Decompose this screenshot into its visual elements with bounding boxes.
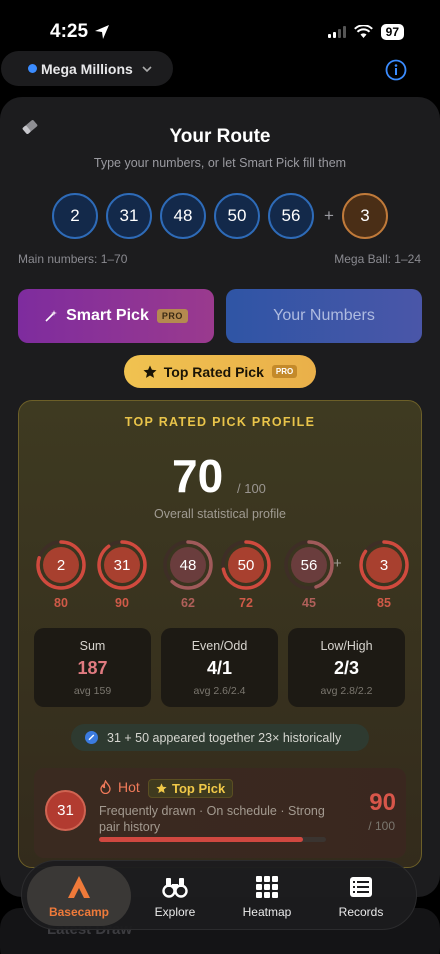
- star-icon: [143, 365, 157, 378]
- main-number-ball[interactable]: 31: [106, 193, 152, 239]
- main-number-ball[interactable]: 56: [268, 193, 314, 239]
- ring-number: 31: [113, 556, 131, 574]
- tab-bar: Basecamp Explore Heatmap Records: [21, 860, 417, 930]
- top-rated-pick-label: Top Rated Pick: [163, 363, 264, 380]
- wifi-icon: [353, 25, 373, 38]
- overall-score: 70: [172, 450, 224, 502]
- pair-history-text: 31 + 50 appeared together 23× historical…: [107, 730, 342, 745]
- ring-number: 3: [379, 556, 389, 574]
- top-pick-label: Top Pick: [172, 781, 226, 796]
- hot-score: 90: [369, 789, 396, 816]
- ring-score: 85: [377, 596, 391, 610]
- tab-label: Records: [338, 904, 384, 919]
- ring-score: 80: [54, 596, 68, 610]
- hot-label: Hot: [118, 779, 140, 795]
- hot-number-ball: 31: [45, 790, 86, 831]
- game-dot-icon: [28, 64, 37, 73]
- pro-badge: PRO: [156, 309, 188, 323]
- number-score-ring: 2 80: [34, 538, 88, 610]
- main-number-ball[interactable]: 50: [214, 193, 260, 239]
- game-selector-label: Mega Millions: [41, 60, 133, 77]
- ring-number: 2: [56, 556, 66, 574]
- location-arrow-icon: [95, 25, 110, 39]
- stat-value: 187: [77, 658, 108, 678]
- main-number-ball[interactable]: 48: [160, 193, 206, 239]
- number-score-ring: 31 90: [95, 538, 149, 610]
- tab-explore[interactable]: Explore: [142, 861, 208, 931]
- status-indicators: 97: [327, 24, 404, 40]
- ring-number: 48: [179, 556, 197, 574]
- mega-range-label: Mega Ball: 1–24: [334, 252, 421, 266]
- stat-value: 4/1: [206, 658, 233, 678]
- chevron-down-icon: [142, 65, 152, 72]
- ring-score: 90: [115, 596, 129, 610]
- stat-value: 2/3: [333, 658, 360, 678]
- smart-pick-label: Smart Pick: [66, 307, 149, 324]
- route-title: Your Route: [169, 126, 271, 147]
- pro-badge: PRO: [271, 365, 298, 378]
- number-balls: 2 31 48 50 56 + 3: [52, 193, 388, 239]
- stat-average: avg 2.6/2.4: [193, 685, 246, 697]
- link-check-icon: [85, 731, 98, 744]
- ring-score: 72: [239, 596, 253, 610]
- battery-indicator: 97: [380, 24, 404, 40]
- tab-heatmap[interactable]: Heatmap: [234, 861, 300, 931]
- route-subtitle: Type your numbers, or let Smart Pick fil…: [93, 156, 347, 170]
- cellular-signal-icon: [327, 26, 346, 38]
- tab-label: Explore: [154, 904, 196, 919]
- mega-ball[interactable]: 3: [342, 193, 388, 239]
- smart-pick-button[interactable]: Smart Pick PRO: [18, 289, 214, 343]
- tab-label: Basecamp: [48, 904, 110, 919]
- overall-score-max: / 100: [237, 481, 266, 496]
- star-icon: [156, 783, 167, 794]
- top-pick-badge: Top Pick: [148, 779, 234, 798]
- binoculars-icon: [162, 877, 188, 898]
- your-numbers-label: Your Numbers: [273, 307, 375, 324]
- ring-number: 56: [300, 556, 318, 574]
- tab-records[interactable]: Records: [328, 861, 394, 931]
- ring-number: 50: [237, 556, 255, 574]
- number-score-ring: 50 72: [219, 538, 273, 610]
- stats-row: Sum 187 avg 159 Even/Odd 4/1 avg 2.6/2.4…: [34, 628, 405, 707]
- number-score-ring: 56 45: [282, 538, 336, 610]
- stat-title: Even/Odd: [191, 639, 248, 653]
- sum-stat: Sum 187 avg 159: [34, 628, 151, 707]
- stat-average: avg 159: [73, 685, 112, 697]
- stat-title: Low/High: [320, 639, 373, 653]
- hot-tag: Hot: [99, 779, 140, 795]
- grid-icon: [256, 875, 278, 898]
- top-rated-pick-button[interactable]: Top Rated Pick PRO: [124, 355, 316, 388]
- ring-score: 45: [302, 596, 316, 610]
- magic-wand-icon: [45, 310, 58, 322]
- hot-description: Frequently drawn · On schedule · Strong …: [99, 804, 325, 834]
- plus-sign: +: [324, 206, 334, 225]
- number-score-ring: 3 85: [357, 538, 411, 610]
- stat-average: avg 2.8/2.2: [320, 685, 373, 697]
- tab-label: Heatmap: [242, 904, 292, 919]
- main-range-label: Main numbers: 1–70: [18, 252, 128, 266]
- basecamp-icon: [68, 875, 90, 898]
- profile-heading: TOP RATED PICK PROFILE: [124, 415, 316, 429]
- stat-title: Sum: [79, 639, 106, 653]
- main-number-ball[interactable]: 2: [52, 193, 98, 239]
- clock: 4:25: [50, 21, 110, 43]
- flame-icon: [100, 780, 111, 794]
- number-score-ring: 48 62: [161, 538, 215, 610]
- tab-basecamp[interactable]: Basecamp: [27, 866, 131, 926]
- hot-progress-bar: [99, 837, 326, 842]
- number-score-rings: + 2 80 31 90 48 62 50 72 56 45 3 85: [34, 538, 414, 614]
- your-numbers-button[interactable]: Your Numbers: [226, 289, 422, 343]
- records-icon: [350, 876, 372, 897]
- status-bar: 4:25 97: [0, 0, 440, 48]
- ring-score: 62: [181, 596, 195, 610]
- overall-score-label: Overall statistical profile: [154, 507, 286, 521]
- low-high-stat: Low/High 2/3 avg 2.8/2.2: [288, 628, 405, 707]
- even-odd-stat: Even/Odd 4/1 avg 2.6/2.4: [161, 628, 278, 707]
- game-selector[interactable]: Mega Millions: [1, 51, 173, 86]
- pair-history-note: 31 + 50 appeared together 23× historical…: [71, 724, 369, 751]
- hot-score-max: / 100: [368, 819, 395, 833]
- hot-progress-fill: [99, 837, 304, 842]
- info-icon[interactable]: [385, 59, 407, 81]
